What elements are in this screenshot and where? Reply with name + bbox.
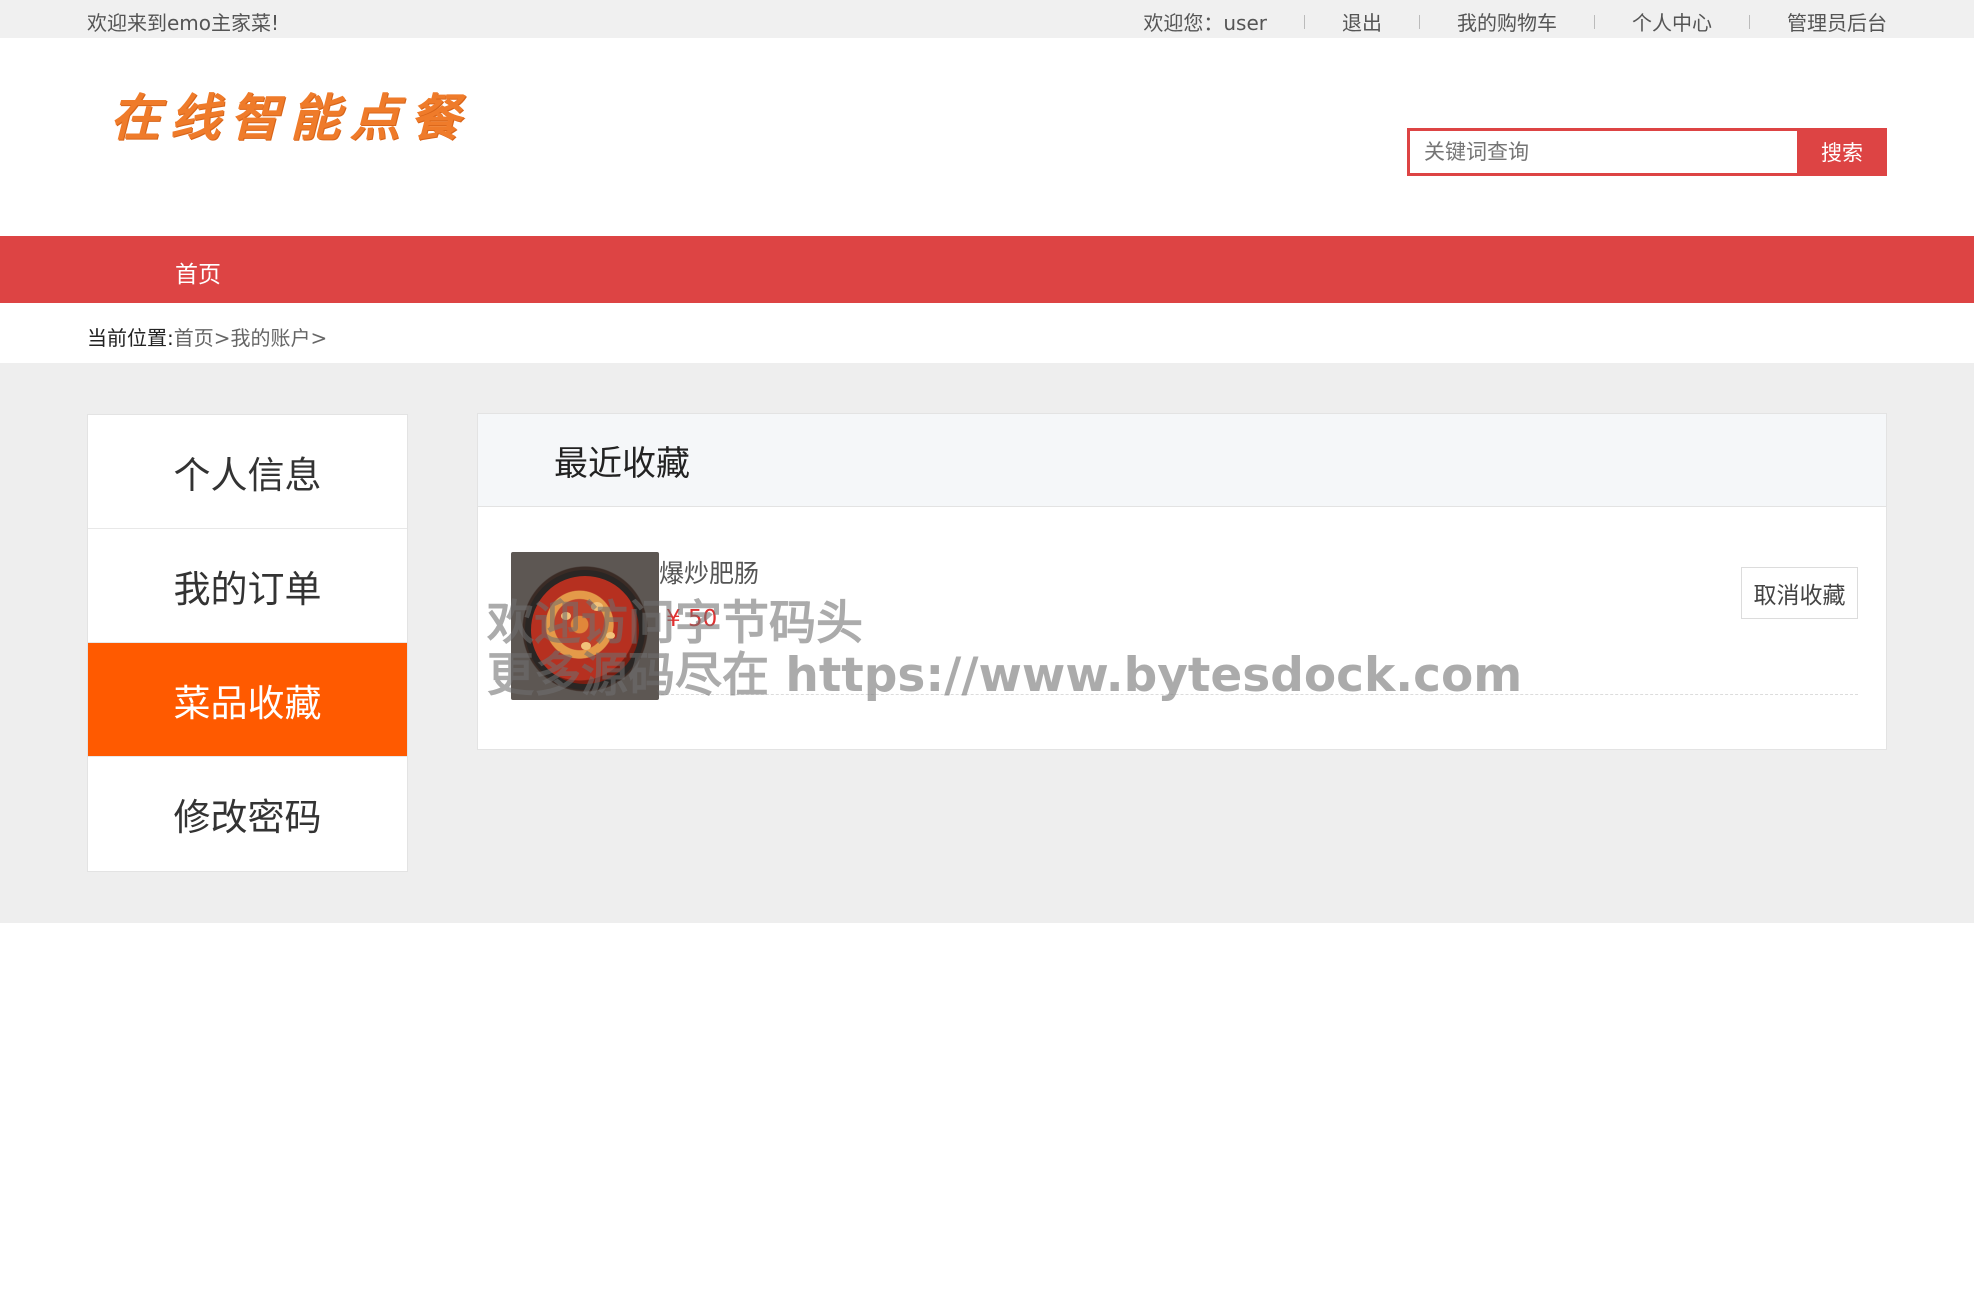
dish-detail: [561, 612, 571, 620]
dish-image[interactable]: [511, 552, 659, 700]
top-bar: 欢迎来到emo主家菜! 欢迎您：user 退出 我的购物车 个人中心 管理员后台: [0, 0, 1974, 38]
sidebar-item-orders[interactable]: 我的订单: [88, 529, 407, 643]
cart-link[interactable]: 我的购物车: [1457, 7, 1557, 36]
sidebar-item-favorites[interactable]: 菜品收藏: [88, 643, 407, 757]
search-input[interactable]: [1407, 128, 1797, 176]
dish-detail: [581, 642, 591, 650]
panel-title: 最近收藏: [478, 414, 1886, 507]
welcome-text: 欢迎来到emo主家菜!: [87, 11, 280, 35]
profile-center-link[interactable]: 个人中心: [1632, 7, 1712, 36]
dish-name[interactable]: 爆炒肥肠: [659, 554, 759, 590]
user-greeting: 欢迎您：user: [1143, 11, 1267, 35]
favorites-panel: 最近收藏 爆炒肥肠 ¥ 50 取消收藏: [477, 413, 1887, 750]
divider: [1594, 14, 1595, 29]
breadcrumb-separator: >: [213, 326, 231, 350]
sidebar-item-profile[interactable]: 个人信息: [88, 415, 407, 529]
breadcrumb-home[interactable]: 首页: [174, 326, 214, 350]
divider: [1304, 14, 1305, 29]
admin-link[interactable]: 管理员后台: [1787, 7, 1887, 36]
search-button[interactable]: 搜索: [1797, 128, 1887, 176]
nav-item-home[interactable]: 首页: [175, 255, 221, 289]
breadcrumb: 当前位置:首页>我的账户>: [87, 322, 327, 351]
favorite-item: 爆炒肥肠 ¥ 50 取消收藏: [511, 552, 1858, 700]
cancel-favorite-button[interactable]: 取消收藏: [1741, 567, 1858, 619]
site-logo[interactable]: 在线智能点餐: [110, 78, 470, 150]
account-sidebar: 个人信息 我的订单 菜品收藏 修改密码: [87, 414, 408, 872]
breadcrumb-label: 当前位置:: [87, 326, 174, 350]
divider: [1749, 14, 1750, 29]
dish-price: ¥ 50: [666, 606, 718, 632]
logout-link[interactable]: 退出: [1342, 7, 1382, 36]
sidebar-item-change-password[interactable]: 修改密码: [88, 757, 407, 871]
main-nav: 首页: [0, 236, 1974, 303]
dish-detail: [606, 632, 615, 639]
breadcrumb-separator: >: [310, 326, 328, 350]
breadcrumb-account[interactable]: 我的账户: [231, 326, 311, 350]
dish-detail: [591, 602, 603, 611]
divider: [1419, 14, 1420, 29]
search-bar: 搜索: [1407, 128, 1887, 176]
dish-pan-shape: [525, 570, 645, 690]
top-links: 欢迎您：user 退出 我的购物车 个人中心 管理员后台: [1143, 7, 1887, 36]
